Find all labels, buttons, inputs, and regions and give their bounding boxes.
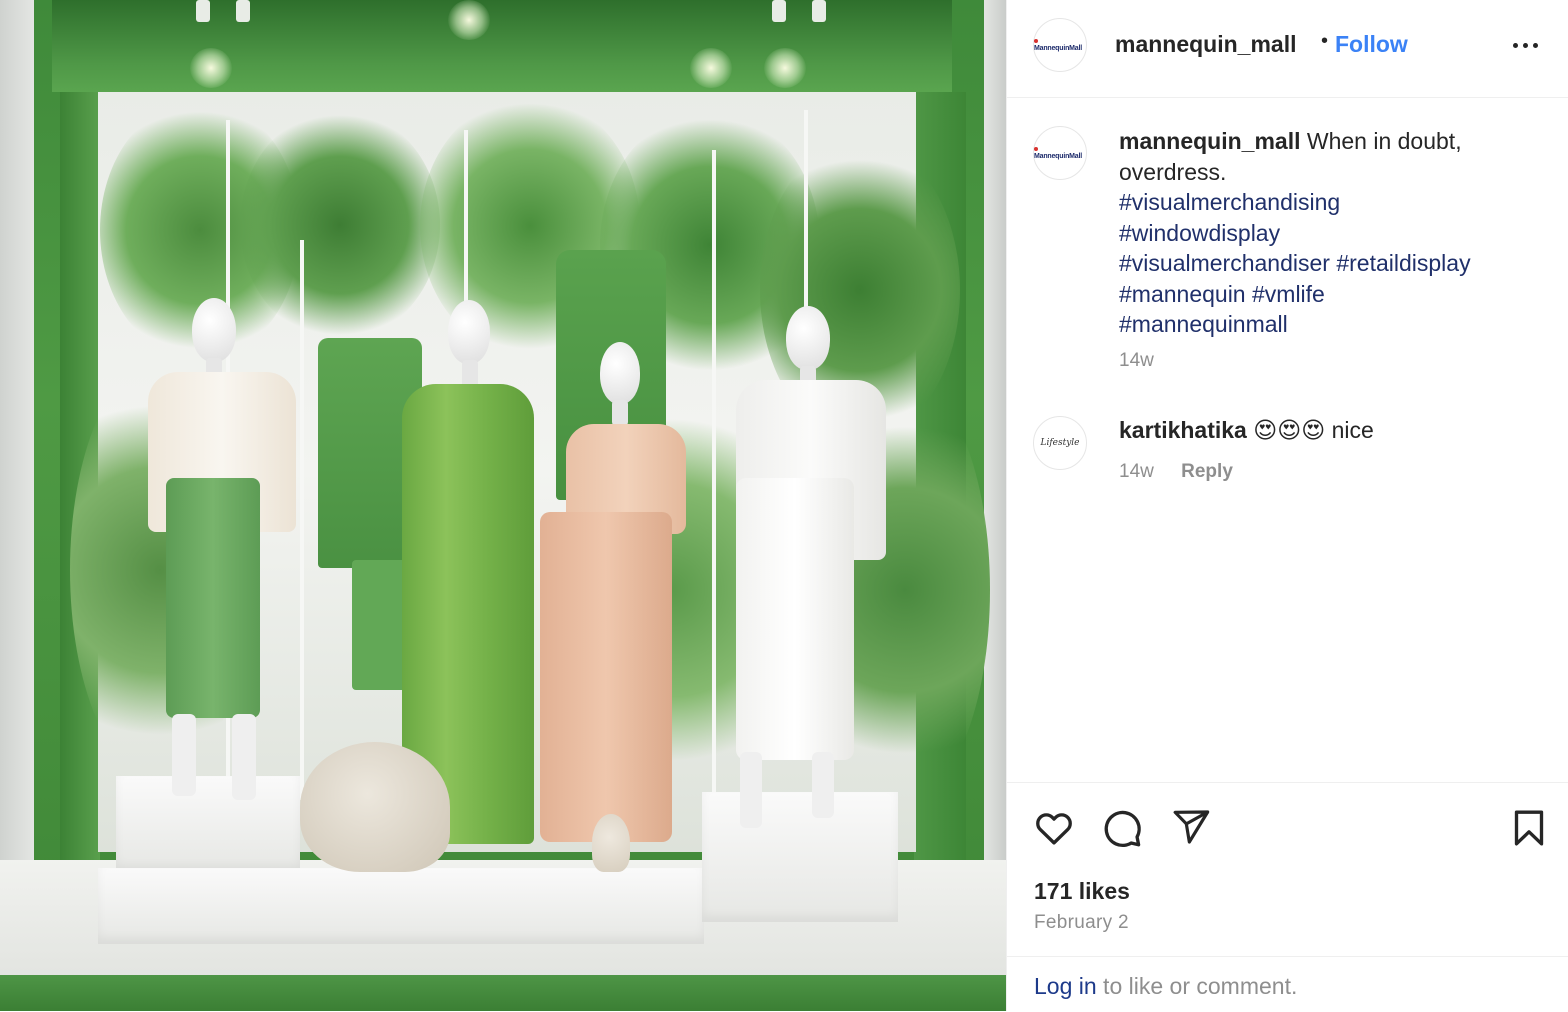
login-bar: Log in to like or comment. (1007, 956, 1568, 1012)
likes-count[interactable]: 171 likes (1034, 878, 1130, 905)
hashtag-link[interactable]: #windowdisplay (1119, 218, 1539, 249)
foliage (240, 110, 440, 340)
hashtag-link[interactable]: #vmlife (1252, 281, 1325, 307)
avatar-logo: MannequinMall (1034, 38, 1086, 52)
ceiling-spotlight (236, 0, 250, 22)
light-glow (764, 48, 806, 88)
login-prompt-text: to like or comment. (1096, 973, 1298, 999)
hanging-trousers (352, 560, 406, 690)
more-options-icon[interactable] (1505, 30, 1545, 60)
login-link[interactable]: Log in (1034, 973, 1097, 999)
mannequin-leg (172, 714, 196, 796)
sculpture-small (592, 814, 630, 872)
comment-avatar[interactable]: Lifestyle (1033, 416, 1087, 470)
mannequin-neck (612, 400, 628, 426)
mannequin-1-trousers (166, 478, 260, 718)
mannequin-leg (812, 752, 834, 818)
login-prompt: Log in to like or comment. (1034, 973, 1297, 1000)
post-header: MannequinMall mannequin_mall • Follow (1007, 0, 1568, 98)
plinth-left (116, 776, 300, 872)
follow-button[interactable]: Follow (1335, 31, 1408, 58)
frame-base (0, 975, 1006, 1011)
header-username[interactable]: mannequin_mall (1115, 31, 1296, 58)
ceiling-spotlight (812, 0, 826, 22)
display-pole (300, 240, 304, 800)
hashtag-line: #mannequin #vmlife (1119, 279, 1539, 310)
post-sidebar: MannequinMall mannequin_mall • Follow Ma… (1006, 0, 1568, 1011)
hashtag-link[interactable]: #mannequinmall (1119, 309, 1539, 340)
share-icon[interactable] (1171, 807, 1211, 852)
hashtag-line: #visualmerchandiser #retaildisplay (1119, 248, 1539, 279)
post-caption: mannequin_mall When in doubt, overdress.… (1119, 126, 1539, 340)
caption-avatar[interactable]: MannequinMall (1033, 126, 1087, 180)
mannequin-3-trousers (540, 512, 672, 842)
display-pole (464, 130, 468, 310)
caption-timestamp[interactable]: 14w (1119, 350, 1154, 372)
post-image[interactable] (0, 0, 1006, 1011)
mannequin-head (192, 298, 236, 362)
hashtag-link[interactable]: #visualmerchandiser (1119, 250, 1330, 276)
ceiling-spotlight (772, 0, 786, 22)
header-separator: • (1321, 30, 1329, 52)
mannequin-head (786, 306, 830, 370)
light-glow (448, 0, 490, 40)
avatar-logo: Lifestyle (1040, 438, 1080, 448)
plinth-right (702, 792, 898, 922)
mannequin-head (448, 300, 490, 364)
comment-icon[interactable] (1101, 807, 1143, 854)
sculpture-dog (300, 742, 450, 872)
reply-button[interactable]: Reply (1181, 461, 1233, 482)
hashtag-link[interactable]: #visualmerchandising (1119, 187, 1539, 218)
comment-text: 😍😍😍 nice (1253, 417, 1374, 443)
hashtag-link[interactable]: #retaildisplay (1336, 250, 1470, 276)
mannequin-leg (232, 714, 256, 800)
post-container: MannequinMall mannequin_mall • Follow Ma… (0, 0, 1568, 1011)
heart-icon[interactable] (1033, 807, 1075, 854)
bookmark-icon[interactable] (1509, 807, 1549, 854)
comment-item: kartikhatika 😍😍😍 nice (1119, 417, 1374, 444)
light-glow (190, 48, 232, 88)
post-date[interactable]: February 2 (1034, 912, 1129, 934)
header-avatar[interactable]: MannequinMall (1033, 18, 1087, 72)
plinth-center (98, 868, 704, 944)
ceiling-spotlight (196, 0, 210, 22)
hashtag-link[interactable]: #mannequin (1119, 281, 1246, 307)
comment-username[interactable]: kartikhatika (1119, 417, 1247, 443)
caption-username[interactable]: mannequin_mall (1119, 128, 1300, 154)
mannequin-head (600, 342, 640, 404)
mannequin-4-trousers (736, 478, 854, 760)
comment-meta: 14w Reply (1119, 461, 1233, 483)
light-glow (690, 48, 732, 88)
avatar-logo: MannequinMall (1034, 146, 1086, 160)
mannequin-leg (740, 752, 762, 828)
post-actions: 171 likes February 2 Log in to like or c… (1007, 782, 1568, 1011)
display-pole (712, 150, 716, 810)
comment-timestamp[interactable]: 14w (1119, 461, 1154, 482)
